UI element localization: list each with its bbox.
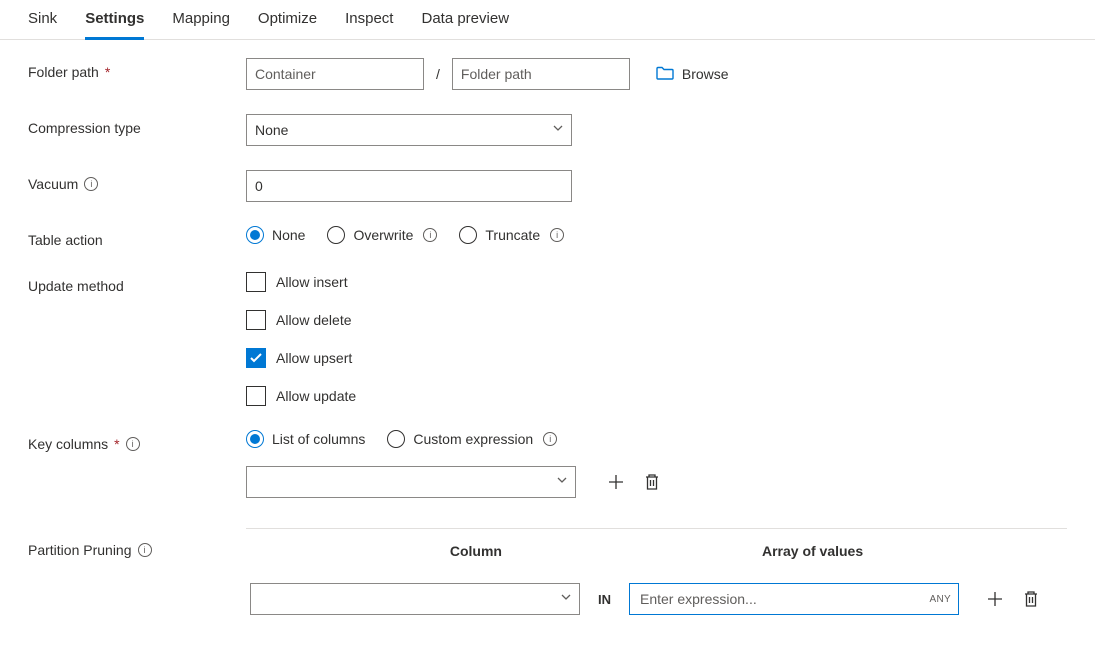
tab-optimize[interactable]: Optimize <box>258 10 317 39</box>
tab-inspect[interactable]: Inspect <box>345 10 393 39</box>
browse-label: Browse <box>682 66 729 82</box>
chevron-down-icon <box>553 125 563 135</box>
path-separator: / <box>436 66 440 82</box>
checkbox-icon <box>246 310 266 330</box>
info-icon[interactable]: i <box>138 543 152 557</box>
compression-value: None <box>255 122 288 138</box>
allow-insert-checkbox[interactable]: Allow insert <box>246 272 356 292</box>
browse-button[interactable]: Browse <box>656 66 729 83</box>
add-pp-row-button[interactable] <box>983 587 1007 611</box>
column-header: Column <box>450 543 502 559</box>
allow-delete-checkbox[interactable]: Allow delete <box>246 310 356 330</box>
allow-upsert-checkbox[interactable]: Allow upsert <box>246 348 356 368</box>
partition-pruning-label: Partition Pruning i <box>28 528 246 558</box>
folder-path-label: Folder path* <box>28 58 246 80</box>
key-columns-label: Key columns* i <box>28 430 246 452</box>
info-icon[interactable]: i <box>543 432 557 446</box>
allow-update-checkbox[interactable]: Allow update <box>246 386 356 406</box>
key-columns-select[interactable] <box>246 466 576 498</box>
compression-select[interactable]: None <box>246 114 572 146</box>
in-keyword: IN <box>598 592 611 607</box>
info-icon[interactable]: i <box>84 177 98 191</box>
container-input[interactable] <box>246 58 424 90</box>
table-action-label: Table action <box>28 226 246 248</box>
settings-form: Folder path* / Browse Compression type N… <box>0 40 1095 635</box>
folder-path-input[interactable] <box>452 58 630 90</box>
pp-expression-input[interactable] <box>629 583 959 615</box>
radio-icon <box>327 226 345 244</box>
values-header: Array of values <box>762 543 863 559</box>
tab-data-preview[interactable]: Data preview <box>421 10 509 39</box>
tab-settings[interactable]: Settings <box>85 10 144 40</box>
radio-icon <box>387 430 405 448</box>
radio-icon <box>459 226 477 244</box>
required-mark: * <box>105 64 110 80</box>
checkbox-icon <box>246 386 266 406</box>
checkbox-icon <box>246 272 266 292</box>
checkbox-icon <box>246 348 266 368</box>
info-icon[interactable]: i <box>423 228 437 242</box>
key-columns-custom-radio[interactable]: Custom expression i <box>387 430 557 448</box>
table-action-none-radio[interactable]: None <box>246 226 305 244</box>
vacuum-input[interactable] <box>246 170 572 202</box>
compression-label: Compression type <box>28 114 246 136</box>
vacuum-label: Vacuum i <box>28 170 246 192</box>
delete-pp-row-button[interactable] <box>1019 587 1043 611</box>
table-action-overwrite-radio[interactable]: Overwrite i <box>327 226 437 244</box>
chevron-down-icon <box>557 477 567 487</box>
chevron-down-icon <box>561 594 571 604</box>
table-action-truncate-radio[interactable]: Truncate i <box>459 226 564 244</box>
tabs-bar: Sink Settings Mapping Optimize Inspect D… <box>0 0 1095 40</box>
tab-mapping[interactable]: Mapping <box>172 10 230 39</box>
tab-sink[interactable]: Sink <box>28 10 57 39</box>
pp-column-select[interactable] <box>250 583 580 615</box>
radio-icon <box>246 430 264 448</box>
radio-icon <box>246 226 264 244</box>
info-icon[interactable]: i <box>550 228 564 242</box>
folder-icon <box>656 66 674 83</box>
required-mark: * <box>114 436 119 452</box>
key-columns-list-radio[interactable]: List of columns <box>246 430 365 448</box>
update-method-label: Update method <box>28 272 246 294</box>
delete-key-column-button[interactable] <box>640 470 664 494</box>
info-icon[interactable]: i <box>126 437 140 451</box>
add-key-column-button[interactable] <box>604 470 628 494</box>
